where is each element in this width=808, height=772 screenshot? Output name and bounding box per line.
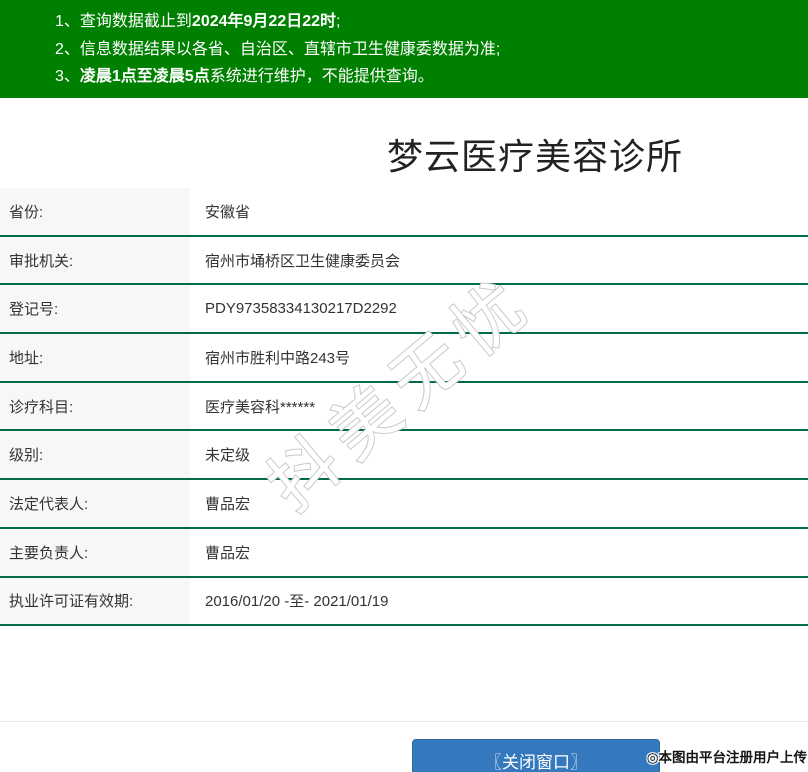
table-row-province: 省份: 安徽省 — [0, 188, 808, 237]
notice-text: ; — [336, 13, 340, 30]
notice-line-2: 2、信息数据结果以各省、自治区、直辖市卫生健康委数据为准; — [55, 36, 808, 64]
notice-line-3: 3、凌晨1点至凌晨5点系统进行维护，不能提供查询。 — [55, 63, 808, 91]
notice-text-bold: 2024年9月22日22时 — [192, 13, 336, 30]
footer-divider-line — [0, 721, 808, 722]
notice-number: 3、 — [55, 68, 80, 85]
upload-credit-watermark: ◎本图由平台注册用户上传 — [647, 746, 807, 766]
close-window-button[interactable]: 〖关闭窗口〗 — [412, 739, 660, 772]
row-value: 医疗美容科****** — [190, 383, 808, 430]
row-value: 未定级 — [190, 431, 808, 478]
row-value: 宿州市胜利中路243号 — [190, 334, 808, 381]
page-title: 梦云医疗美容诊所 — [0, 128, 808, 180]
notice-number: 1、 — [55, 13, 80, 30]
notice-number: 2、 — [55, 41, 80, 58]
table-row-approval-authority: 审批机关: 宿州市埇桥区卫生健康委员会 — [0, 237, 808, 286]
info-table: 省份: 安徽省 审批机关: 宿州市埇桥区卫生健康委员会 登记号: PDY9735… — [0, 188, 808, 626]
table-row-treatment-subjects: 诊疗科目: 医疗美容科****** — [0, 383, 808, 432]
notice-text: 系统进行维护，不能提供查询。 — [210, 68, 434, 85]
notice-text: 信息数据结果以各省、自治区、直辖市卫生健康委数据为准; — [80, 41, 500, 58]
notice-line-1: 1、查询数据截止到2024年9月22日22时; — [55, 8, 808, 36]
row-value: 安徽省 — [190, 188, 808, 235]
row-label: 级别: — [0, 431, 190, 478]
row-label: 执业许可证有效期: — [0, 578, 190, 625]
table-row-main-person-in-charge: 主要负责人: 曹品宏 — [0, 529, 808, 578]
row-label: 地址: — [0, 334, 190, 381]
table-row-registration-number: 登记号: PDY97358334130217D2292 — [0, 285, 808, 334]
row-label: 法定代表人: — [0, 480, 190, 527]
table-row-license-validity: 执业许可证有效期: 2016/01/20 -至- 2021/01/19 — [0, 578, 808, 627]
query-result-page: 1、查询数据截止到2024年9月22日22时; 2、信息数据结果以各省、自治区、… — [0, 0, 808, 772]
notice-text-bold: 凌晨1点至凌晨5点 — [80, 68, 210, 85]
row-value: PDY97358334130217D2292 — [190, 285, 808, 332]
notice-bar: 1、查询数据截止到2024年9月22日22时; 2、信息数据结果以各省、自治区、… — [0, 0, 808, 98]
row-label: 审批机关: — [0, 237, 190, 284]
row-value: 曹品宏 — [190, 480, 808, 527]
table-row-level: 级别: 未定级 — [0, 431, 808, 480]
row-label: 省份: — [0, 188, 190, 235]
row-value: 宿州市埇桥区卫生健康委员会 — [190, 237, 808, 284]
row-value: 曹品宏 — [190, 529, 808, 576]
row-label: 主要负责人: — [0, 529, 190, 576]
row-label: 登记号: — [0, 285, 190, 332]
notice-text: 查询数据截止到 — [80, 13, 192, 30]
row-label: 诊疗科目: — [0, 383, 190, 430]
table-row-address: 地址: 宿州市胜利中路243号 — [0, 334, 808, 383]
table-row-legal-representative: 法定代表人: 曹品宏 — [0, 480, 808, 529]
row-value: 2016/01/20 -至- 2021/01/19 — [190, 578, 808, 625]
